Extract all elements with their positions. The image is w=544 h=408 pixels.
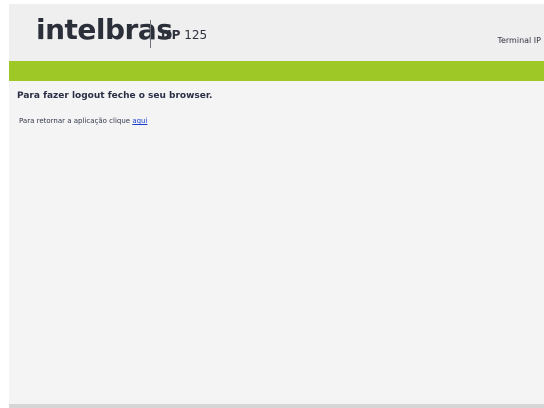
page-frame: intelbras TIP 125 Terminal IP Para fazer… (9, 4, 544, 408)
return-text: Para retornar a aplicação clique (19, 117, 133, 125)
return-link[interactable]: aqui (132, 117, 147, 125)
intelbras-logo: intelbras (36, 13, 173, 46)
terminal-ip-label: Terminal IP (497, 36, 541, 45)
main-content: Para fazer logout feche o seu browser. P… (9, 81, 544, 404)
model-label: TIP 125 (159, 28, 207, 42)
model-prefix: TIP (159, 28, 181, 42)
return-message: Para retornar a aplicação clique aqui (19, 117, 147, 125)
header: intelbras TIP 125 Terminal IP (9, 4, 544, 61)
model-number: 125 (180, 28, 208, 42)
logo-divider (150, 20, 151, 48)
logout-message: Para fazer logout feche o seu browser. (17, 91, 213, 101)
footer-divider (9, 404, 544, 408)
accent-bar (9, 61, 544, 81)
